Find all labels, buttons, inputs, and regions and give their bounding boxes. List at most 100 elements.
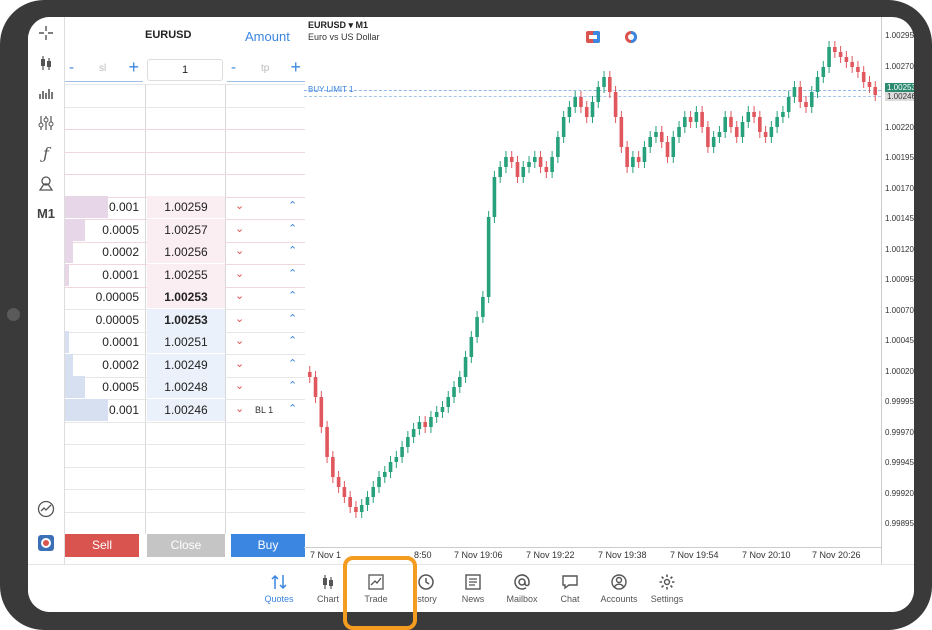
dom-volume-cell: 0.0001 xyxy=(65,331,143,353)
dom-volume-bar xyxy=(65,376,85,398)
dom-volume-text: 0.0001 xyxy=(102,267,139,282)
sell-at-level-chevron-icon[interactable]: ⌄ xyxy=(235,399,244,419)
nav-tab-settings[interactable]: Settings xyxy=(641,572,693,610)
nav-tab-label: Settings xyxy=(650,594,684,604)
buy-at-level-chevron-icon[interactable]: ⌃ xyxy=(288,309,297,329)
candle-body xyxy=(446,397,451,407)
candle-body xyxy=(388,462,393,472)
dom-price-level[interactable]: 0.0002 1.00249 ⌄ ⌃ xyxy=(65,353,305,376)
sell-button[interactable]: Sell xyxy=(65,534,139,557)
dom-price-level[interactable]: 0.001 1.00246 ⌄ BL 1 ⌃ xyxy=(65,398,305,421)
candle-body xyxy=(336,477,341,487)
nav-tab-chat[interactable]: Chat xyxy=(544,572,596,610)
objects-icon[interactable] xyxy=(34,173,58,193)
y-tick-label: 1.00045 xyxy=(885,336,914,345)
dom-volume-text: 0.001 xyxy=(108,200,139,214)
indicators-icon[interactable] xyxy=(34,113,58,133)
dom-price-level[interactable]: 0.001 1.00259 ⌄ ⌃ xyxy=(65,196,305,218)
trade-history-icon[interactable] xyxy=(34,499,58,519)
function-icon[interactable]: ƒ xyxy=(34,143,58,163)
nav-tab-quotes[interactable]: Quotes xyxy=(253,572,305,610)
timeframe-button[interactable]: M1 xyxy=(34,203,58,223)
dom-row-divider xyxy=(65,489,305,490)
dom-price-level[interactable]: 0.0001 1.00255 ⌄ ⌃ xyxy=(65,263,305,286)
candle-body xyxy=(798,87,803,102)
price-chart[interactable]: EURUSD ▾ M1 Euro vs US Dollar BUY LIMIT … xyxy=(304,17,914,564)
dom-price-cell: 1.00259 xyxy=(147,196,225,218)
sell-at-level-chevron-icon[interactable]: ⌄ xyxy=(235,286,244,306)
sell-at-level-chevron-icon[interactable]: ⌄ xyxy=(235,376,244,396)
buy-at-level-chevron-icon[interactable]: ⌃ xyxy=(288,241,297,261)
dom-price-level[interactable]: 0.00005 1.00253 ⌄ ⌃ xyxy=(65,286,305,308)
dom-price-cell: 1.00255 xyxy=(147,263,225,286)
dom-row-divider xyxy=(65,511,305,513)
tp-stepper[interactable]: - tp + xyxy=(227,57,305,82)
dom-price-cell: 1.00253 xyxy=(147,308,225,331)
dom-volume-bar xyxy=(65,398,108,421)
volume-bars-icon[interactable] xyxy=(34,83,58,103)
candle-body xyxy=(809,92,814,107)
tp-plus-button[interactable]: + xyxy=(290,57,301,78)
dom-volume-cell: 0.00005 xyxy=(65,286,143,308)
buy-at-level-chevron-icon[interactable]: ⌃ xyxy=(288,354,297,374)
crosshair-icon[interactable] xyxy=(34,23,58,43)
candle-body xyxy=(723,117,728,132)
nav-tab-news[interactable]: News xyxy=(447,572,499,610)
dom-volume-text: 0.001 xyxy=(108,402,139,417)
amount-toggle[interactable]: Amount xyxy=(245,29,290,44)
sell-at-level-chevron-icon[interactable]: ⌄ xyxy=(235,309,244,329)
one-click-trading-icon[interactable] xyxy=(34,533,58,553)
dom-price-cell: 1.00257 xyxy=(147,218,225,241)
dom-volume-cell: 0.0001 xyxy=(65,263,143,286)
buy-at-level-chevron-icon[interactable]: ⌃ xyxy=(288,219,297,239)
dom-volume-bar xyxy=(65,331,69,353)
candle-body xyxy=(856,67,860,72)
sell-at-level-chevron-icon[interactable]: ⌄ xyxy=(235,219,244,239)
buy-at-level-chevron-icon[interactable]: ⌃ xyxy=(288,399,297,419)
dom-volume-cell: 0.0005 xyxy=(65,376,143,398)
candle-body xyxy=(486,217,491,297)
tp-placeholder: tp xyxy=(261,63,270,74)
dom-price-cell: 1.00251 xyxy=(147,331,225,353)
sl-stepper[interactable]: - sl + xyxy=(65,57,143,82)
candle-body xyxy=(590,102,595,117)
candle-body xyxy=(469,337,474,357)
dom-price-level[interactable]: 0.0005 1.00248 ⌄ ⌃ xyxy=(65,376,305,398)
buy-at-level-chevron-icon[interactable]: ⌃ xyxy=(288,196,297,216)
sell-at-level-chevron-icon[interactable]: ⌄ xyxy=(235,331,244,351)
y-tick-label: 1.00170 xyxy=(885,183,914,193)
tp-minus-button[interactable]: - xyxy=(231,59,236,76)
volume-input[interactable]: 1 xyxy=(147,59,223,81)
dom-volume-text: 0.0002 xyxy=(102,245,139,259)
y-tick-label: 0.99895 xyxy=(885,519,914,528)
candle-body xyxy=(556,137,560,157)
buy-at-level-chevron-icon[interactable]: ⌃ xyxy=(288,376,297,396)
candle-body xyxy=(527,162,531,167)
candlestick-icon[interactable] xyxy=(34,53,58,73)
close-button[interactable]: Close xyxy=(147,534,225,557)
dom-volume-bar xyxy=(65,241,73,263)
candle-body xyxy=(596,87,601,102)
limit-price-tag: 1.00246 xyxy=(885,92,914,101)
buy-at-level-chevron-icon[interactable]: ⌃ xyxy=(288,264,297,284)
dom-volume-text: 0.00005 xyxy=(95,312,139,327)
sl-plus-button[interactable]: + xyxy=(128,57,139,78)
sell-at-level-chevron-icon[interactable]: ⌄ xyxy=(235,354,244,374)
sell-at-level-chevron-icon[interactable]: ⌄ xyxy=(235,196,244,216)
x-tick-label: 7 Nov 20:26 xyxy=(812,550,861,560)
dom-price-level[interactable]: 0.0005 1.00257 ⌄ ⌃ xyxy=(65,218,305,241)
nav-tab-mailbox[interactable]: Mailbox xyxy=(496,572,548,610)
dom-price-level[interactable]: 0.00005 1.00253 ⌄ ⌃ xyxy=(65,308,305,331)
dom-price-level[interactable]: 0.0002 1.00256 ⌄ ⌃ xyxy=(65,241,305,263)
dom-price-level[interactable]: 0.0001 1.00251 ⌄ ⌃ xyxy=(65,331,305,353)
sell-at-level-chevron-icon[interactable]: ⌄ xyxy=(235,241,244,261)
buy-at-level-chevron-icon[interactable]: ⌃ xyxy=(288,331,297,351)
candle-body xyxy=(377,477,381,487)
sl-minus-button[interactable]: - xyxy=(69,59,74,76)
nav-tab-accounts[interactable]: Accounts xyxy=(593,572,645,610)
buy-at-level-chevron-icon[interactable]: ⌃ xyxy=(288,286,297,306)
sell-at-level-chevron-icon[interactable]: ⌄ xyxy=(235,264,244,284)
candle-body xyxy=(683,117,687,127)
y-tick-label: 1.00070 xyxy=(885,305,914,315)
buy-button[interactable]: Buy xyxy=(231,534,305,557)
